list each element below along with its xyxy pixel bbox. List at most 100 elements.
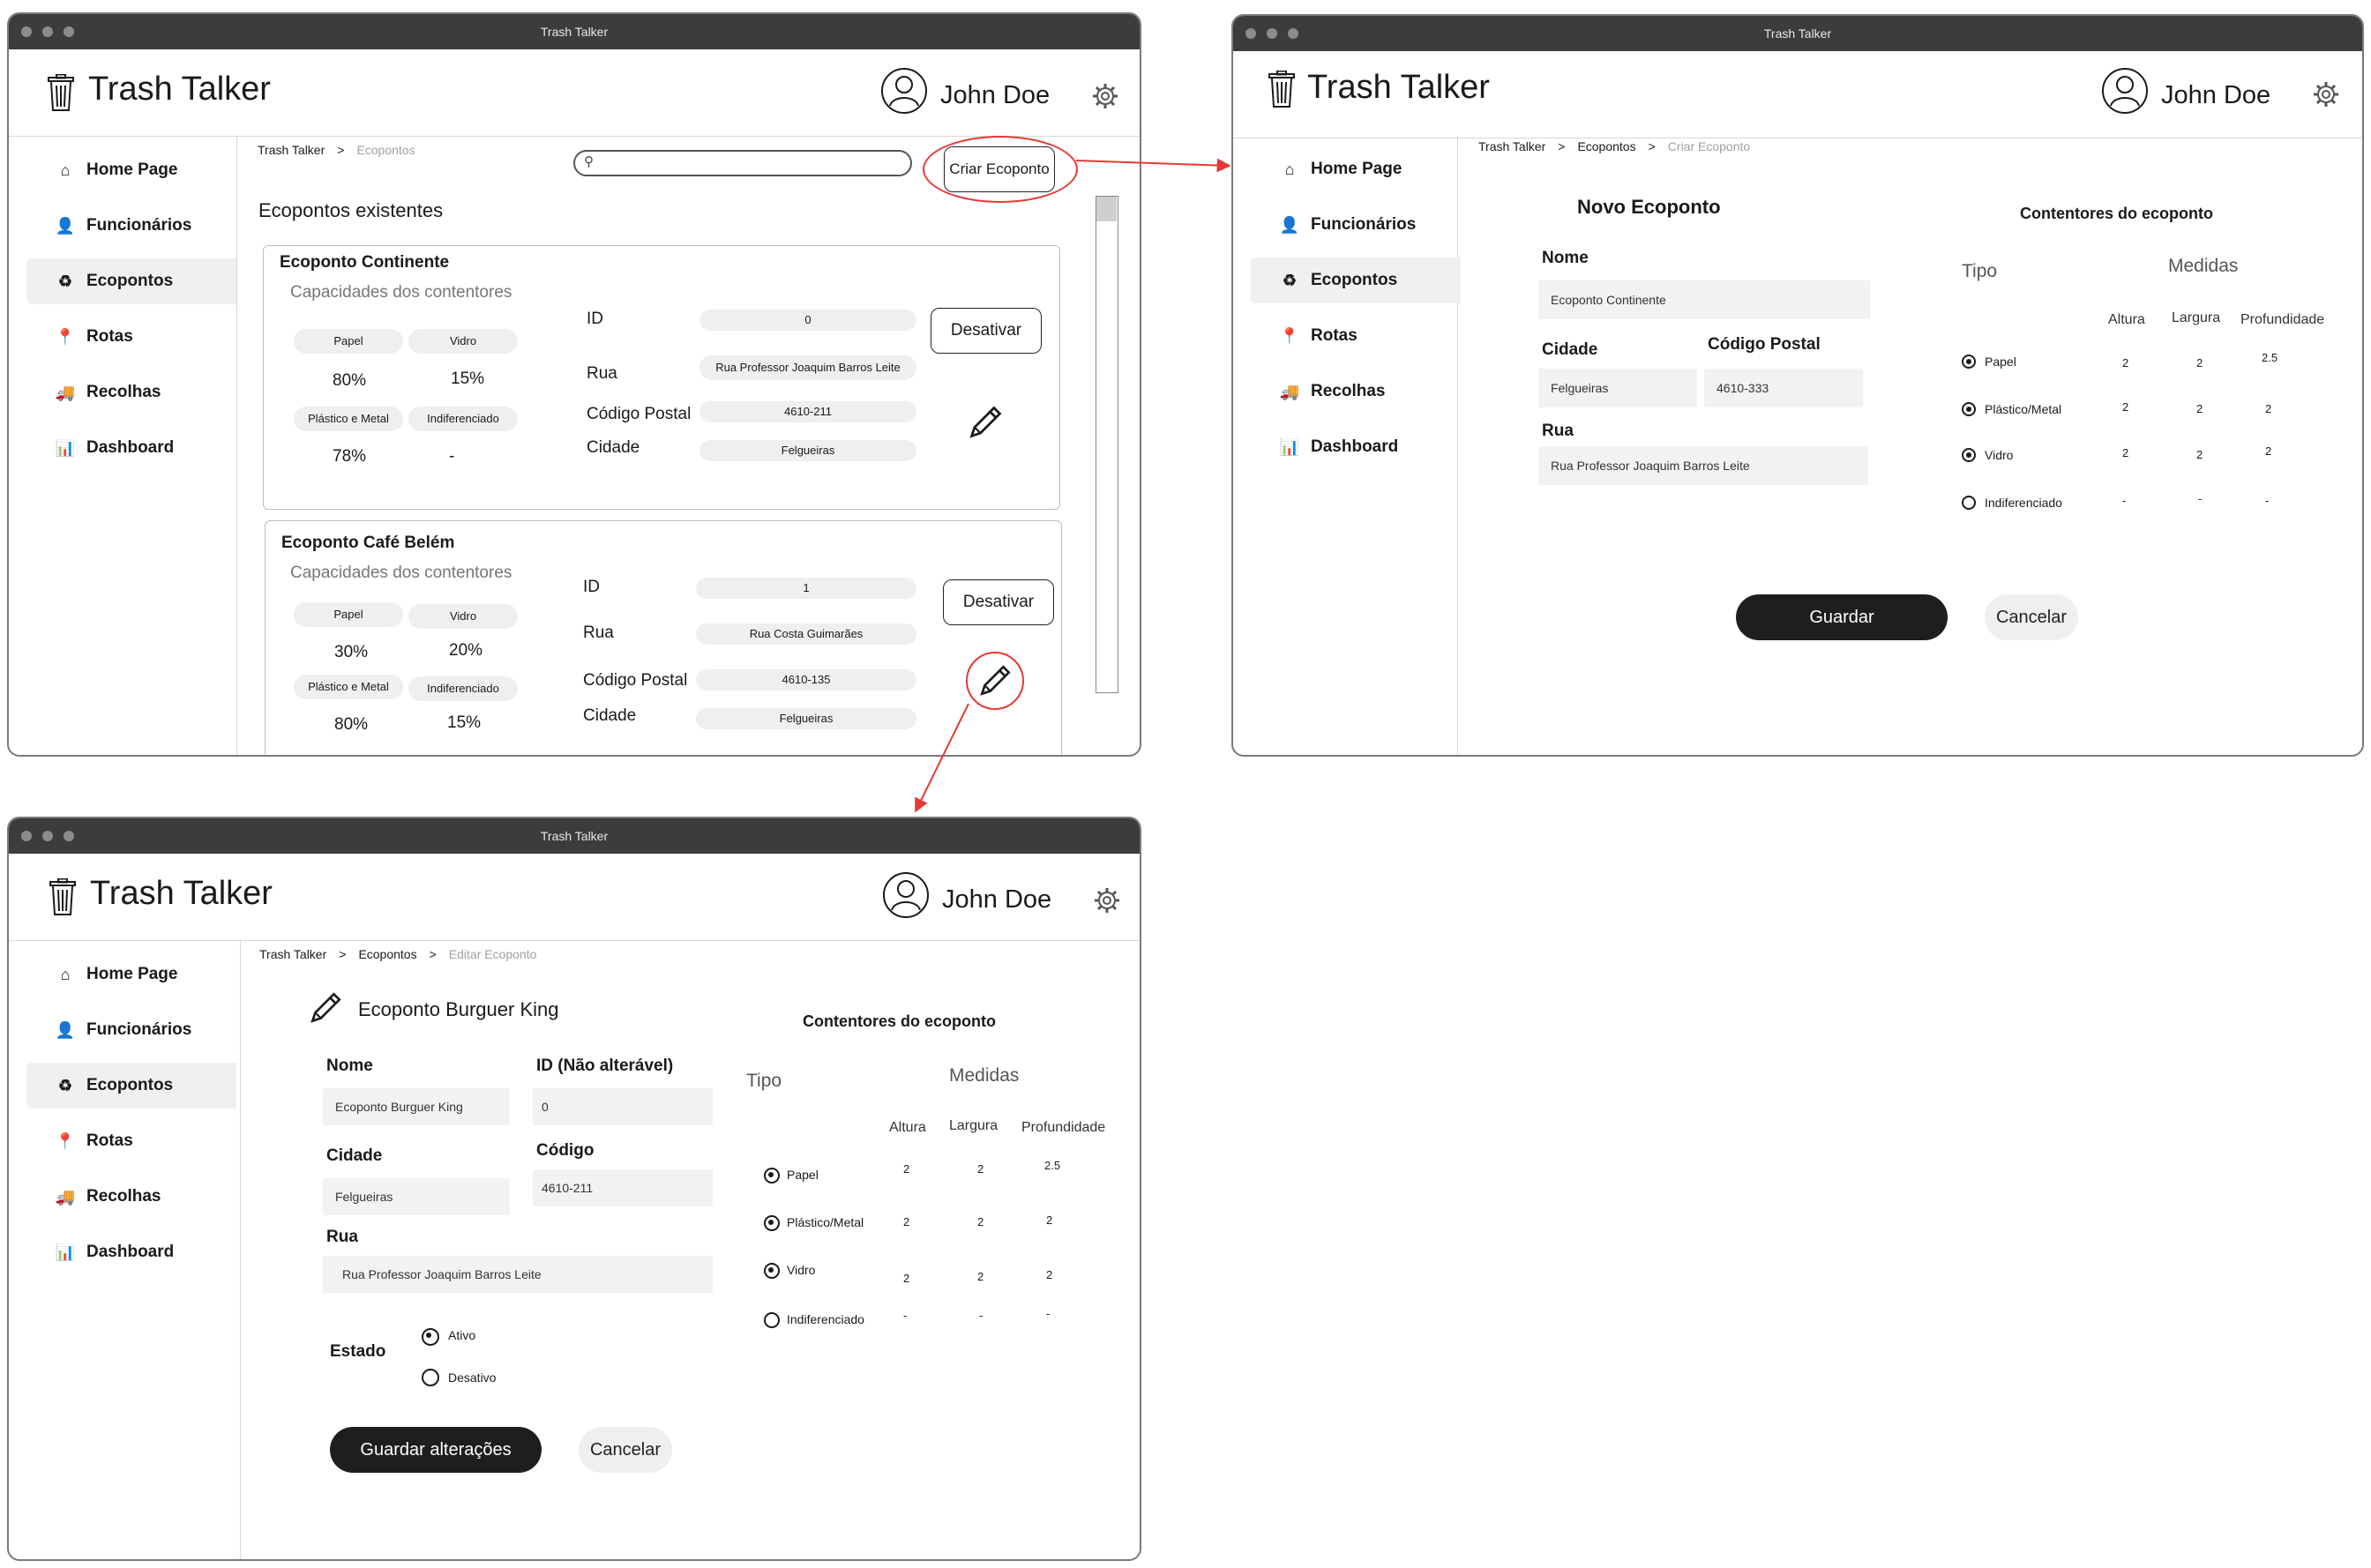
postal-field[interactable]: 4610-333 [1704,369,1863,407]
breadcrumb-home[interactable]: Trash Talker [1478,139,1545,153]
sidebar-item-home[interactable]: ⌂ Home Page [26,952,236,997]
search-input[interactable]: ⚲ [573,150,912,176]
measure-value: - [1046,1307,1051,1320]
cancel-button[interactable]: Cancelar [1985,594,2078,640]
pencil-edit-icon[interactable] [976,662,1013,699]
measure-value: 2 [903,1272,910,1285]
sidebar-item-dashboard[interactable]: 📊 Dashboard [26,1229,236,1275]
breadcrumb-current: Ecopontos [356,143,415,157]
street-field[interactable]: Rua Professor Joaquim Barros Leite [1538,446,1868,485]
close-dot-icon[interactable] [21,26,32,37]
scrollbar-thumb[interactable] [1096,197,1117,221]
maximize-dot-icon[interactable] [1288,28,1298,39]
name-field[interactable]: Ecoponto Burguer King [323,1088,510,1125]
radio-indiferenciado[interactable] [764,1312,780,1328]
breadcrumb: Trash Talker > Ecopontos > Criar Ecoponto [1478,139,1751,153]
sidebar-item-home[interactable]: ⌂ Home Page [26,147,236,193]
maximize-dot-icon[interactable] [64,831,74,841]
maximize-dot-icon[interactable] [64,26,74,37]
window-controls[interactable] [1245,28,1298,39]
sidebar-item-funcionarios[interactable]: 👤 Funcionários [26,203,236,249]
app-title: Trash Talker [88,71,271,108]
sidebar-item-ecopontos[interactable]: ♻ Ecopontos [26,1063,236,1109]
avatar-icon[interactable] [2101,67,2149,115]
avatar-icon[interactable] [880,67,928,115]
window-controls[interactable] [21,831,74,841]
sidebar-item-recolhas[interactable]: 🚚 Recolhas [1251,369,1461,414]
name-field[interactable]: Ecoponto Continente [1538,280,1870,319]
capacity-value: 80% [334,715,369,734]
radio-papel[interactable] [764,1168,780,1183]
app-header: Trash Talker John Doe [1233,51,2362,138]
close-dot-icon[interactable] [21,831,32,841]
gear-icon[interactable] [1094,887,1120,914]
map-pin-icon: 📍 [55,1131,76,1150]
deactivate-button[interactable]: Desativar [943,579,1054,625]
street-field[interactable]: Rua Professor Joaquim Barros Leite [323,1256,713,1293]
avatar-icon[interactable] [882,871,930,919]
type-name: Indiferenciado [1985,496,2062,510]
city-field[interactable]: Felgueiras [323,1178,510,1215]
user-name: John Doe [942,885,1052,914]
create-button-highlight [923,136,1078,203]
sidebar-item-recolhas[interactable]: 🚚 Recolhas [26,370,236,415]
breadcrumb-home[interactable]: Trash Talker [258,143,325,157]
breadcrumb-current: Criar Ecoponto [1667,139,1751,153]
sidebar-item-home[interactable]: ⌂ Home Page [1251,146,1461,192]
breadcrumb-ecopontos[interactable]: Ecopontos [1577,139,1635,153]
sidebar-item-rotas[interactable]: 📍 Rotas [1251,313,1461,359]
type-name: Indiferenciado [787,1312,864,1326]
radio-vidro[interactable] [764,1263,780,1279]
sidebar-item-rotas[interactable]: 📍 Rotas [26,314,236,360]
type-name: Plástico/Metal [787,1215,864,1229]
capacity-value: 78% [333,447,367,466]
postal-value: 4610-211 [699,401,916,422]
sidebar-item-rotas[interactable]: 📍 Rotas [26,1118,236,1164]
postal-label: Código Postal [583,671,688,690]
radio-papel[interactable] [1962,355,1976,369]
radio-desativo[interactable] [422,1369,439,1386]
column-header-profundidade: Profundidade [1021,1120,1106,1135]
sidebar-item-ecopontos[interactable]: ♻ Ecopontos [26,258,236,304]
radio-vidro[interactable] [1962,448,1976,462]
sidebar-item-recolhas[interactable]: 🚚 Recolhas [26,1174,236,1220]
capacity-value: 30% [334,643,369,661]
app-title: Trash Talker [90,875,273,912]
type-pill: Plástico e Metal [294,407,403,431]
scrollbar[interactable] [1096,196,1118,693]
deactivate-button[interactable]: Desativar [931,308,1042,354]
close-dot-icon[interactable] [1245,28,1256,39]
name-label: Nome [1542,249,1589,267]
sidebar-item-funcionarios[interactable]: 👤 Funcionários [26,1007,236,1053]
street-label: Rua [326,1228,358,1246]
minimize-dot-icon[interactable] [42,26,53,37]
sidebar-item-funcionarios[interactable]: 👤 Funcionários [1251,202,1461,248]
minimize-dot-icon[interactable] [1267,28,1277,39]
city-label: Cidade [1542,340,1598,359]
ecoponto-card: Ecoponto Café Belém Capacidades dos cont… [265,520,1062,755]
radio-indiferenciado[interactable] [1962,496,1976,510]
measure-value: - [2122,494,2127,507]
app-header: Trash Talker John Doe [9,49,1140,137]
radio-plastico-metal[interactable] [764,1215,780,1231]
sidebar-item-ecopontos[interactable]: ♻ Ecopontos [1251,258,1461,303]
gear-icon[interactable] [1092,83,1118,109]
save-button[interactable]: Guardar [1736,594,1948,640]
radio-ativo[interactable] [422,1328,439,1346]
radio-plastico-metal[interactable] [1962,402,1976,416]
code-field[interactable]: 4610-211 [533,1169,713,1206]
postal-value: 4610-135 [696,669,916,691]
sidebar-item-dashboard[interactable]: 📊 Dashboard [26,425,236,471]
window-title: Trash Talker [540,829,609,843]
sidebar-item-dashboard[interactable]: 📊 Dashboard [1251,424,1461,470]
window-controls[interactable] [21,26,74,37]
gear-icon[interactable] [2313,81,2339,108]
breadcrumb-ecopontos[interactable]: Ecopontos [358,947,416,961]
city-field[interactable]: Felgueiras [1538,369,1697,407]
column-header-largura: Largura [2172,310,2221,325]
save-changes-button[interactable]: Guardar alterações [330,1427,542,1473]
cancel-button[interactable]: Cancelar [579,1427,672,1473]
pencil-edit-icon[interactable] [966,403,1005,442]
minimize-dot-icon[interactable] [42,831,53,841]
breadcrumb-home[interactable]: Trash Talker [259,947,326,961]
